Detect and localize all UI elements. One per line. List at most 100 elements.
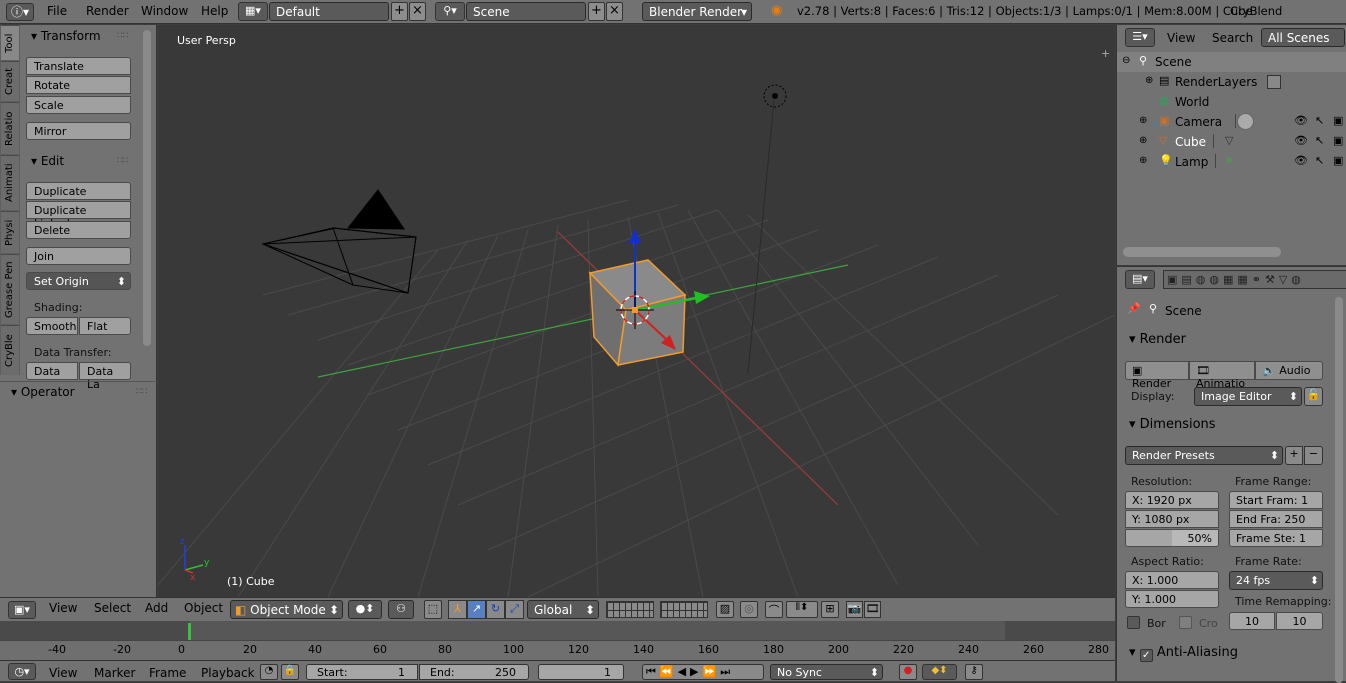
duplicate-linked-button[interactable]: Duplicate Linked [26,201,131,230]
outliner-menu-view[interactable]: View [1167,31,1195,45]
lock-icon[interactable]: 🔒 [281,664,299,680]
proportional-edit-icon[interactable]: ◎ [740,601,758,618]
scene-icon[interactable]: ⚲▾ [435,2,465,21]
timeline-editor-icon[interactable]: ◷▾ [8,663,36,680]
menu-view[interactable]: View [49,601,77,615]
layout-field[interactable]: Default [269,2,389,21]
timeline-menu-frame[interactable]: Frame [149,666,186,680]
add-preset-button[interactable]: + [1285,446,1303,465]
camera-object[interactable] [261,189,417,294]
add-scene-button[interactable]: + [588,2,605,21]
menu-file[interactable]: File [47,4,67,18]
antialiasing-checkbox[interactable]: ✓ [1139,649,1153,662]
viewport-shading-select[interactable]: ●⬍ [348,600,382,619]
tab-grease-pencil[interactable]: Grease Pen [1,254,19,324]
expand-icon[interactable]: ⊕ [1139,155,1147,166]
tab-tool[interactable]: Tool [1,25,19,60]
opengl-render-icon[interactable]: 📷 [846,601,863,618]
lock-layers-icon[interactable]: ▨ [716,601,734,618]
antialiasing-panel-header[interactable]: ▾ ✓ Anti-Aliasing [1129,645,1238,662]
timeline-menu-playback[interactable]: Playback [201,666,255,680]
resolution-percentage-slider[interactable]: 50% [1125,529,1219,547]
info-icon[interactable]: ⓘ▾ [6,3,34,21]
end-frame-field[interactable]: End Fra: 250 [1229,510,1323,528]
snap-target-icon[interactable]: ⊞ [821,601,839,618]
timeline-menu-marker[interactable]: Marker [94,666,135,680]
drag-handle-icon[interactable]: ∷∷ [117,31,128,41]
tab-cryblend[interactable]: CryBle [1,325,19,375]
properties-scrollbar[interactable] [1335,297,1343,683]
layer-buttons-right[interactable] [660,601,708,618]
outliner-editor-icon[interactable]: ☰▾ [1125,28,1155,47]
record-icon[interactable]: ● [899,664,917,680]
remove-preset-button[interactable]: − [1304,446,1323,465]
expand-icon[interactable]: ⊕ [1145,75,1153,86]
resolution-y-field[interactable]: Y: 1080 px [1125,510,1219,528]
keying-set-icon[interactable]: ◆⬍ [922,664,957,680]
editor-type-icon[interactable]: ▣▾ [8,601,36,619]
layer-buttons-left[interactable] [606,601,654,618]
manipulator-icon[interactable]: ⅄ [448,600,467,619]
menu-render[interactable]: Render [86,4,129,18]
outliner-row-scene[interactable]: ⊖ ⚲ Scene [1117,52,1346,72]
current-frame-marker[interactable] [188,623,191,640]
outliner-row-renderlayers[interactable]: ⊕ ▤ RenderLayers [1117,72,1346,92]
tab-relations[interactable]: Relatio [1,102,19,154]
display-select[interactable]: Image Editor ⬍ [1194,387,1302,406]
data-layout-button[interactable]: Data La [79,362,131,391]
aspect-x-field[interactable]: X: 1.000 [1125,571,1219,589]
delete-button[interactable]: Delete [26,221,131,239]
current-frame-field[interactable]: 1 [538,664,624,680]
start-frame-field[interactable]: Start Fram: 1 [1229,491,1323,509]
start-frame-field[interactable]: Start: 1 [306,664,418,680]
resolution-x-field[interactable]: X: 1920 px [1125,491,1219,509]
render-engine-select[interactable]: Blender Render ▾ [642,2,752,21]
tab-physics[interactable]: Physi [1,211,19,253]
snap-toggle-icon[interactable]: ⌒ [765,601,783,618]
renderable-camera-icon[interactable]: ▣ [1333,154,1343,167]
drag-handle-icon[interactable]: ∷∷ [136,387,147,397]
display-mode-select[interactable]: All Scenes [1261,28,1345,47]
menu-object[interactable]: Object [184,601,223,615]
end-frame-field[interactable]: End: 250 [419,664,529,680]
translate-button[interactable]: Translate [26,57,131,75]
menu-select[interactable]: Select [94,601,131,615]
keyframe-insert-icon[interactable]: ⚷ [965,664,983,680]
tab-create[interactable]: Creat [1,61,19,101]
menu-window[interactable]: Window [141,4,188,18]
outliner-menu-search[interactable]: Search [1212,31,1253,45]
dimensions-panel-header[interactable]: ▾ Dimensions [1129,417,1216,432]
properties-context-tabs[interactable]: ▣▤◍◍▦▦⚭⚒▽◍ [1163,270,1346,289]
expand-panel-icon[interactable]: + [1101,47,1110,60]
lock-interface-icon[interactable]: 🔓 [1304,387,1323,406]
render-panel-header[interactable]: ▾ Render [1129,332,1186,347]
outliner-row-world[interactable]: ◍ World [1117,92,1346,112]
visibility-eye-icon[interactable]: 👁 [1294,134,1308,147]
timeline-area[interactable]: -40 -20 0 20 40 60 80 100 120 140 160 180 200 220 240 2… [0,621,1115,660]
preview-range-icon[interactable]: ◔ [260,664,278,680]
flat-button[interactable]: Flat [79,317,131,335]
add-layout-button[interactable]: + [391,2,408,21]
aspect-y-field[interactable]: Y: 1.000 [1125,590,1219,608]
orientation-select[interactable]: Global ⬍ [527,600,599,619]
expand-icon[interactable]: ⊕ [1139,135,1147,146]
audio-button[interactable]: 🔈 Audio [1255,361,1323,380]
expand-icon[interactable]: ⊕ [1139,115,1147,126]
y-gizmo-arrow[interactable] [694,291,710,304]
translate-manipulator-icon[interactable]: ↗ [467,600,486,619]
frame-rate-select[interactable]: 24 fps ⬍ [1229,571,1323,590]
mirror-button[interactable]: Mirror [26,122,131,140]
frame-step-field[interactable]: Frame Ste: 1 [1229,529,1323,547]
render-presets-select[interactable]: Render Presets ⬍ [1125,446,1283,465]
remap-new-field[interactable]: 10 [1276,612,1323,630]
opengl-animation-icon[interactable]: 🎞 [864,601,881,618]
duplicate-button[interactable]: Duplicate [26,182,131,200]
properties-editor-icon[interactable]: ▤▾ [1125,270,1155,289]
mode-select[interactable]: ◧ Object Mode ⬍ [230,600,343,619]
pivot-point-select[interactable]: ⚇ [388,600,414,619]
tool-shelf-scrollbar[interactable] [143,30,151,346]
selectable-cursor-icon[interactable]: ↖ [1315,154,1324,167]
playback-controls[interactable]: ⏮⏪◀▶⏩⏭ [642,664,764,680]
snap-element-select[interactable]: ⦀⬍ [786,601,818,618]
timeline-menu-view[interactable]: View [49,666,77,680]
